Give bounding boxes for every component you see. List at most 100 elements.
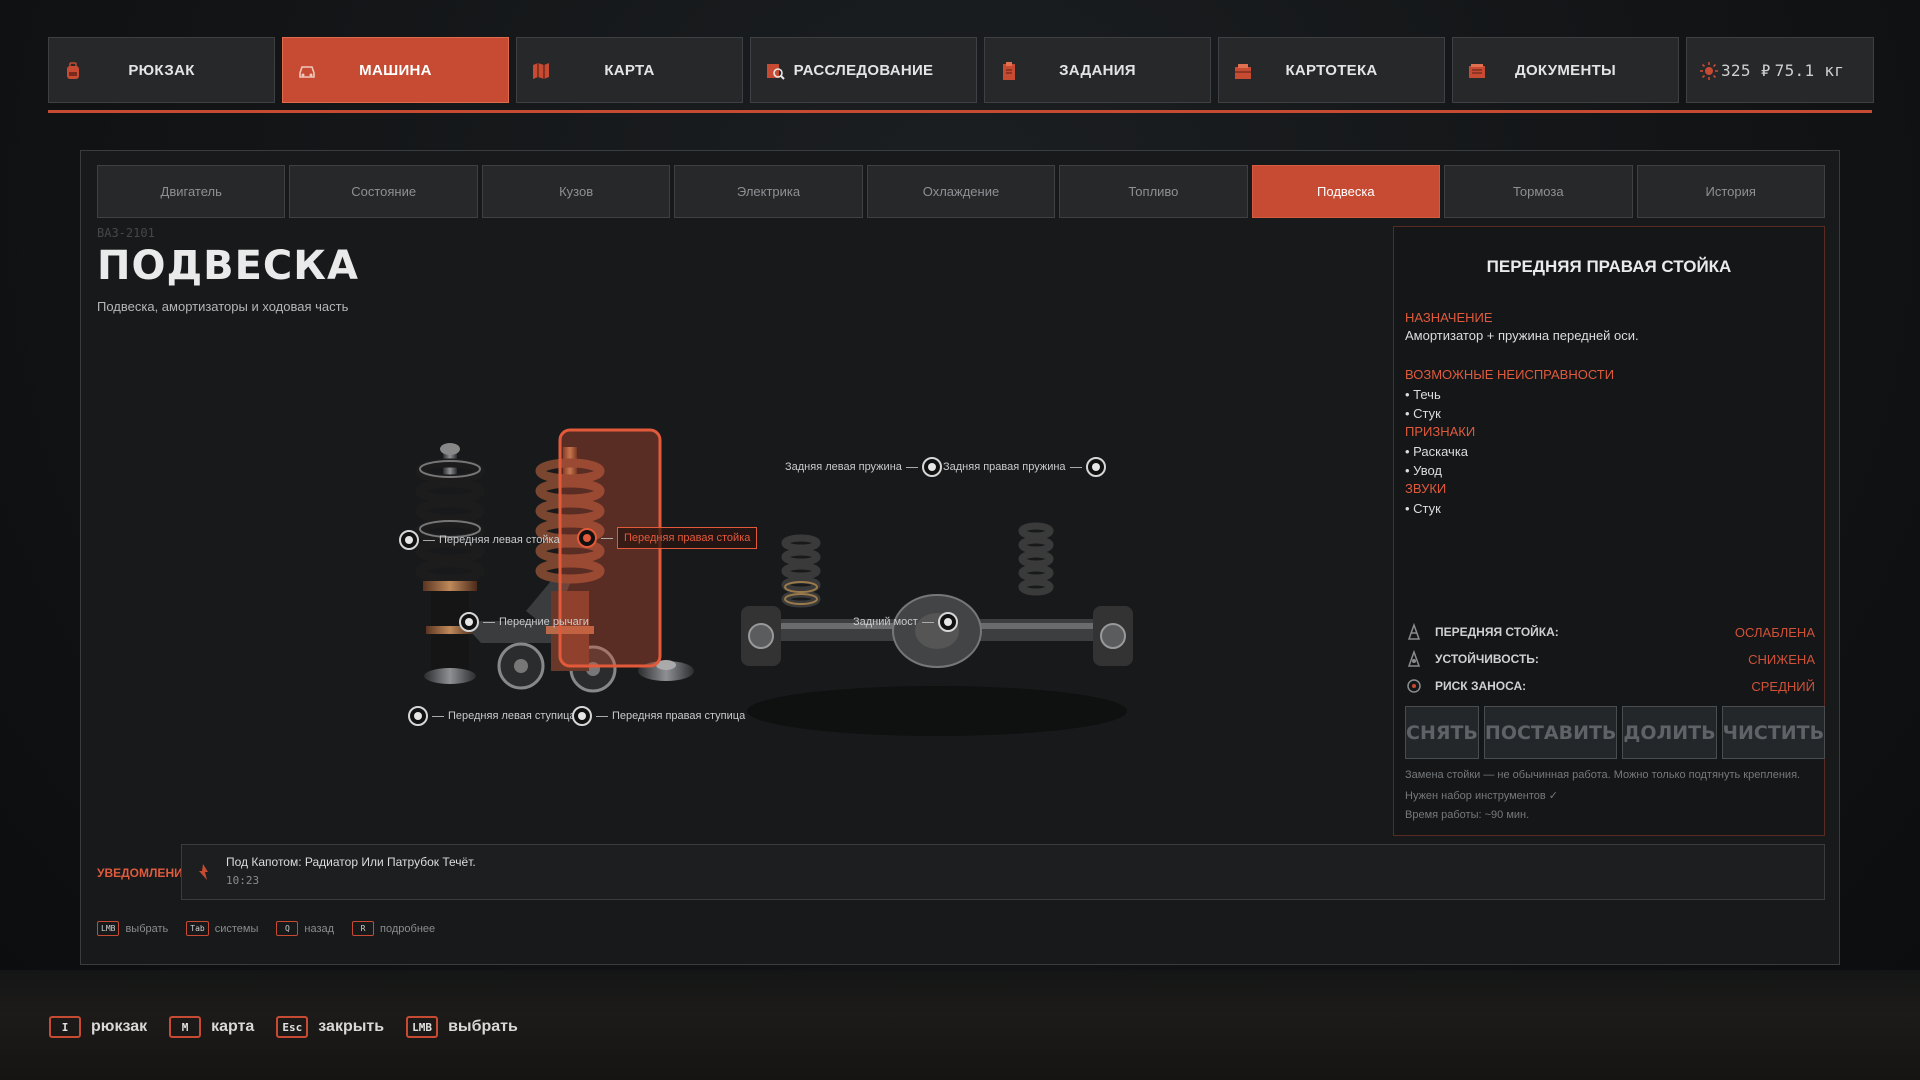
key-lmb: LMB (406, 1016, 439, 1038)
subtab-brakes[interactable]: Тормоза (1444, 165, 1633, 218)
time-note: Время работы: ~90 мин. (1405, 809, 1530, 821)
marker-icon (1085, 457, 1106, 477)
global-hints: I рюкзак M карта Esc закрыть LMB выбрать (49, 1016, 518, 1038)
alert-icon (199, 864, 208, 880)
sound-item: • Стук (1405, 501, 1441, 516)
hotspot-label: Задняя левая пружина (785, 461, 902, 473)
key-r: R (352, 921, 375, 936)
hint-label: закрыть (318, 1018, 385, 1035)
purpose-text: Амортизатор + пружина передней оси. (1405, 328, 1639, 343)
suspension-illustration (415, 428, 1133, 736)
subtab-history[interactable]: История (1636, 165, 1825, 218)
stat-stability: УСТОЙЧИВОСТЬ: СНИЖЕНА (1405, 649, 1815, 669)
tab-documents[interactable]: ДОКУМЕНТЫ (1452, 37, 1679, 103)
hint-label: выбрать (448, 1018, 518, 1035)
top-navigation: РЮКЗАК МАШИНА КАРТА РАССЛЕДОВАНИЕ ЗАДАНИ… (48, 37, 1874, 103)
hint-details: R подробнее (352, 921, 435, 936)
notification-box[interactable]: Под Капотом: Радиатор Или Патрубок Течёт… (181, 844, 1825, 900)
top-accent-line (48, 110, 1872, 113)
part-title: ПЕРЕДНЯЯ ПРАВАЯ СТОЙКА (1486, 257, 1732, 276)
clipboard-icon (1003, 62, 1015, 80)
marker-icon (577, 528, 597, 548)
tab-label: ЗАДАНИЯ (1059, 61, 1136, 79)
hint-label: назад (304, 922, 335, 935)
marker-icon (459, 612, 479, 632)
marker-icon (572, 706, 592, 726)
hotspot-front-right-hub[interactable]: Передняя правая ступица (572, 706, 745, 726)
tab-label: КАРТОТЕКА (1285, 61, 1378, 79)
hint-close: Esc закрыть (276, 1016, 384, 1038)
tab-label: РЮКЗАК (128, 61, 195, 79)
marker-icon (921, 457, 942, 477)
sign-item: • Увод (1405, 463, 1442, 478)
clean-button[interactable]: ЧИСТИТЬ (1721, 706, 1826, 759)
hotspot-label: Задняя правая пружина (943, 461, 1066, 473)
key-m: M (169, 1016, 202, 1038)
stat-skid-risk: РИСК ЗАНОСА: СРЕДНИЙ (1405, 676, 1815, 696)
player-stats: 325 ₽ 75.1 кг (1686, 37, 1874, 103)
documents-icon (1469, 64, 1485, 78)
hotspot-rear-axle[interactable]: Задний мост (853, 612, 958, 632)
marker-icon (408, 706, 428, 726)
sign-item: • Раскачка (1405, 444, 1469, 459)
signs-heading: ПРИЗНАКИ (1405, 424, 1476, 439)
investigation-icon (767, 64, 785, 80)
stat-name: УСТОЙЧИВОСТЬ: (1435, 652, 1539, 666)
stat-value: ОСЛАБЛЕНА (1734, 624, 1815, 640)
tab-label: РАССЛЕДОВАНИЕ (793, 61, 934, 79)
hotspot-label: Передняя левая стойка (439, 534, 560, 546)
hotspot-front-left-strut[interactable]: Передняя левая стойка (399, 530, 560, 550)
hotspot-label: Передние рычаги (499, 616, 589, 628)
stat-value: СНИЖЕНА (1748, 651, 1815, 667)
work-note: Замена стойки — не обычинная работа. Мож… (1405, 769, 1801, 781)
card-file-icon (1235, 64, 1251, 79)
hotspot-label: Задний мост (853, 616, 918, 628)
hotspot-label: Передняя правая стойка (617, 527, 758, 549)
hotspot-label: Передняя правая ступица (612, 710, 746, 722)
tools-note: Нужен набор инструментов ✓ (1405, 790, 1558, 802)
stat-front-strut: ПЕРЕДНЯЯ СТОЙКА: ОСЛАБЛЕНА (1405, 622, 1815, 642)
car-panel: Двигатель Состояние Кузов Электрика Охла… (80, 150, 1840, 965)
stat-name: ПЕРЕДНЯЯ СТОЙКА: (1435, 625, 1559, 639)
hint-select: LMB выбрать (406, 1016, 518, 1038)
marker-icon (399, 530, 419, 550)
skid-risk-icon (1407, 679, 1421, 693)
fault-item: • Течь (1405, 387, 1441, 402)
tab-map[interactable]: КАРТА (516, 37, 743, 103)
key-i: I (49, 1016, 81, 1038)
fault-item: • Стук (1405, 406, 1441, 421)
notifications-label: УВЕДОМЛЕНИЯ (97, 866, 192, 880)
tab-label: КАРТА (604, 61, 655, 79)
tab-investigation[interactable]: РАССЛЕДОВАНИЕ (750, 37, 977, 103)
tab-car[interactable]: МАШИНА (282, 37, 509, 103)
hint-backpack: I рюкзак (49, 1016, 147, 1038)
remove-button[interactable]: СНЯТЬ (1405, 706, 1479, 759)
stability-icon (1407, 650, 1421, 667)
suspension-diagram: Передняя левая стойка Передняя правая ст… (81, 151, 1381, 831)
notification-text: Под Капотом: Радиатор Или Патрубок Течёт… (226, 855, 476, 869)
hotspot-rear-right-spring[interactable]: Задняя правая пружина (943, 457, 1106, 477)
tab-quests[interactable]: ЗАДАНИЯ (984, 37, 1211, 103)
hint-systems: Tab системы (186, 921, 258, 936)
install-button[interactable]: ПОСТАВИТЬ (1483, 706, 1618, 759)
action-buttons: СНЯТЬ ПОСТАВИТЬ ДОЛИТЬ ЧИСТИТЬ (1405, 706, 1826, 759)
sun-coin-icon (1700, 62, 1718, 80)
hint-select: LMB выбрать (97, 921, 168, 936)
hotspot-label: Передняя левая ступица (448, 710, 576, 722)
tab-backpack[interactable]: РЮКЗАК (48, 37, 275, 103)
hint-label: рюкзак (91, 1018, 148, 1035)
part-info-panel: ПЕРЕДНЯЯ ПРАВАЯ СТОЙКА НАЗНАЧЕНИЕ Аморти… (1393, 226, 1826, 836)
hint-label: подробнее (380, 922, 436, 935)
hint-label: выбрать (125, 922, 169, 935)
hotspot-front-right-strut[interactable]: Передняя правая стойка (577, 527, 758, 549)
hotspot-rear-left-spring[interactable]: Задняя левая пружина (785, 457, 942, 477)
key-q: Q (276, 921, 299, 936)
notification-time: 10:23 (226, 874, 260, 887)
backpack-icon (67, 62, 79, 79)
key-lmb: LMB (97, 921, 120, 936)
hotspot-front-left-hub[interactable]: Передняя левая ступица (408, 706, 576, 726)
hotspot-front-arms[interactable]: Передние рычаги (459, 612, 589, 632)
tab-card-file[interactable]: КАРТОТЕКА (1218, 37, 1445, 103)
panel-hints: LMB выбрать Tab системы Q назад R подроб… (97, 921, 435, 936)
refill-button[interactable]: ДОЛИТЬ (1622, 706, 1717, 759)
